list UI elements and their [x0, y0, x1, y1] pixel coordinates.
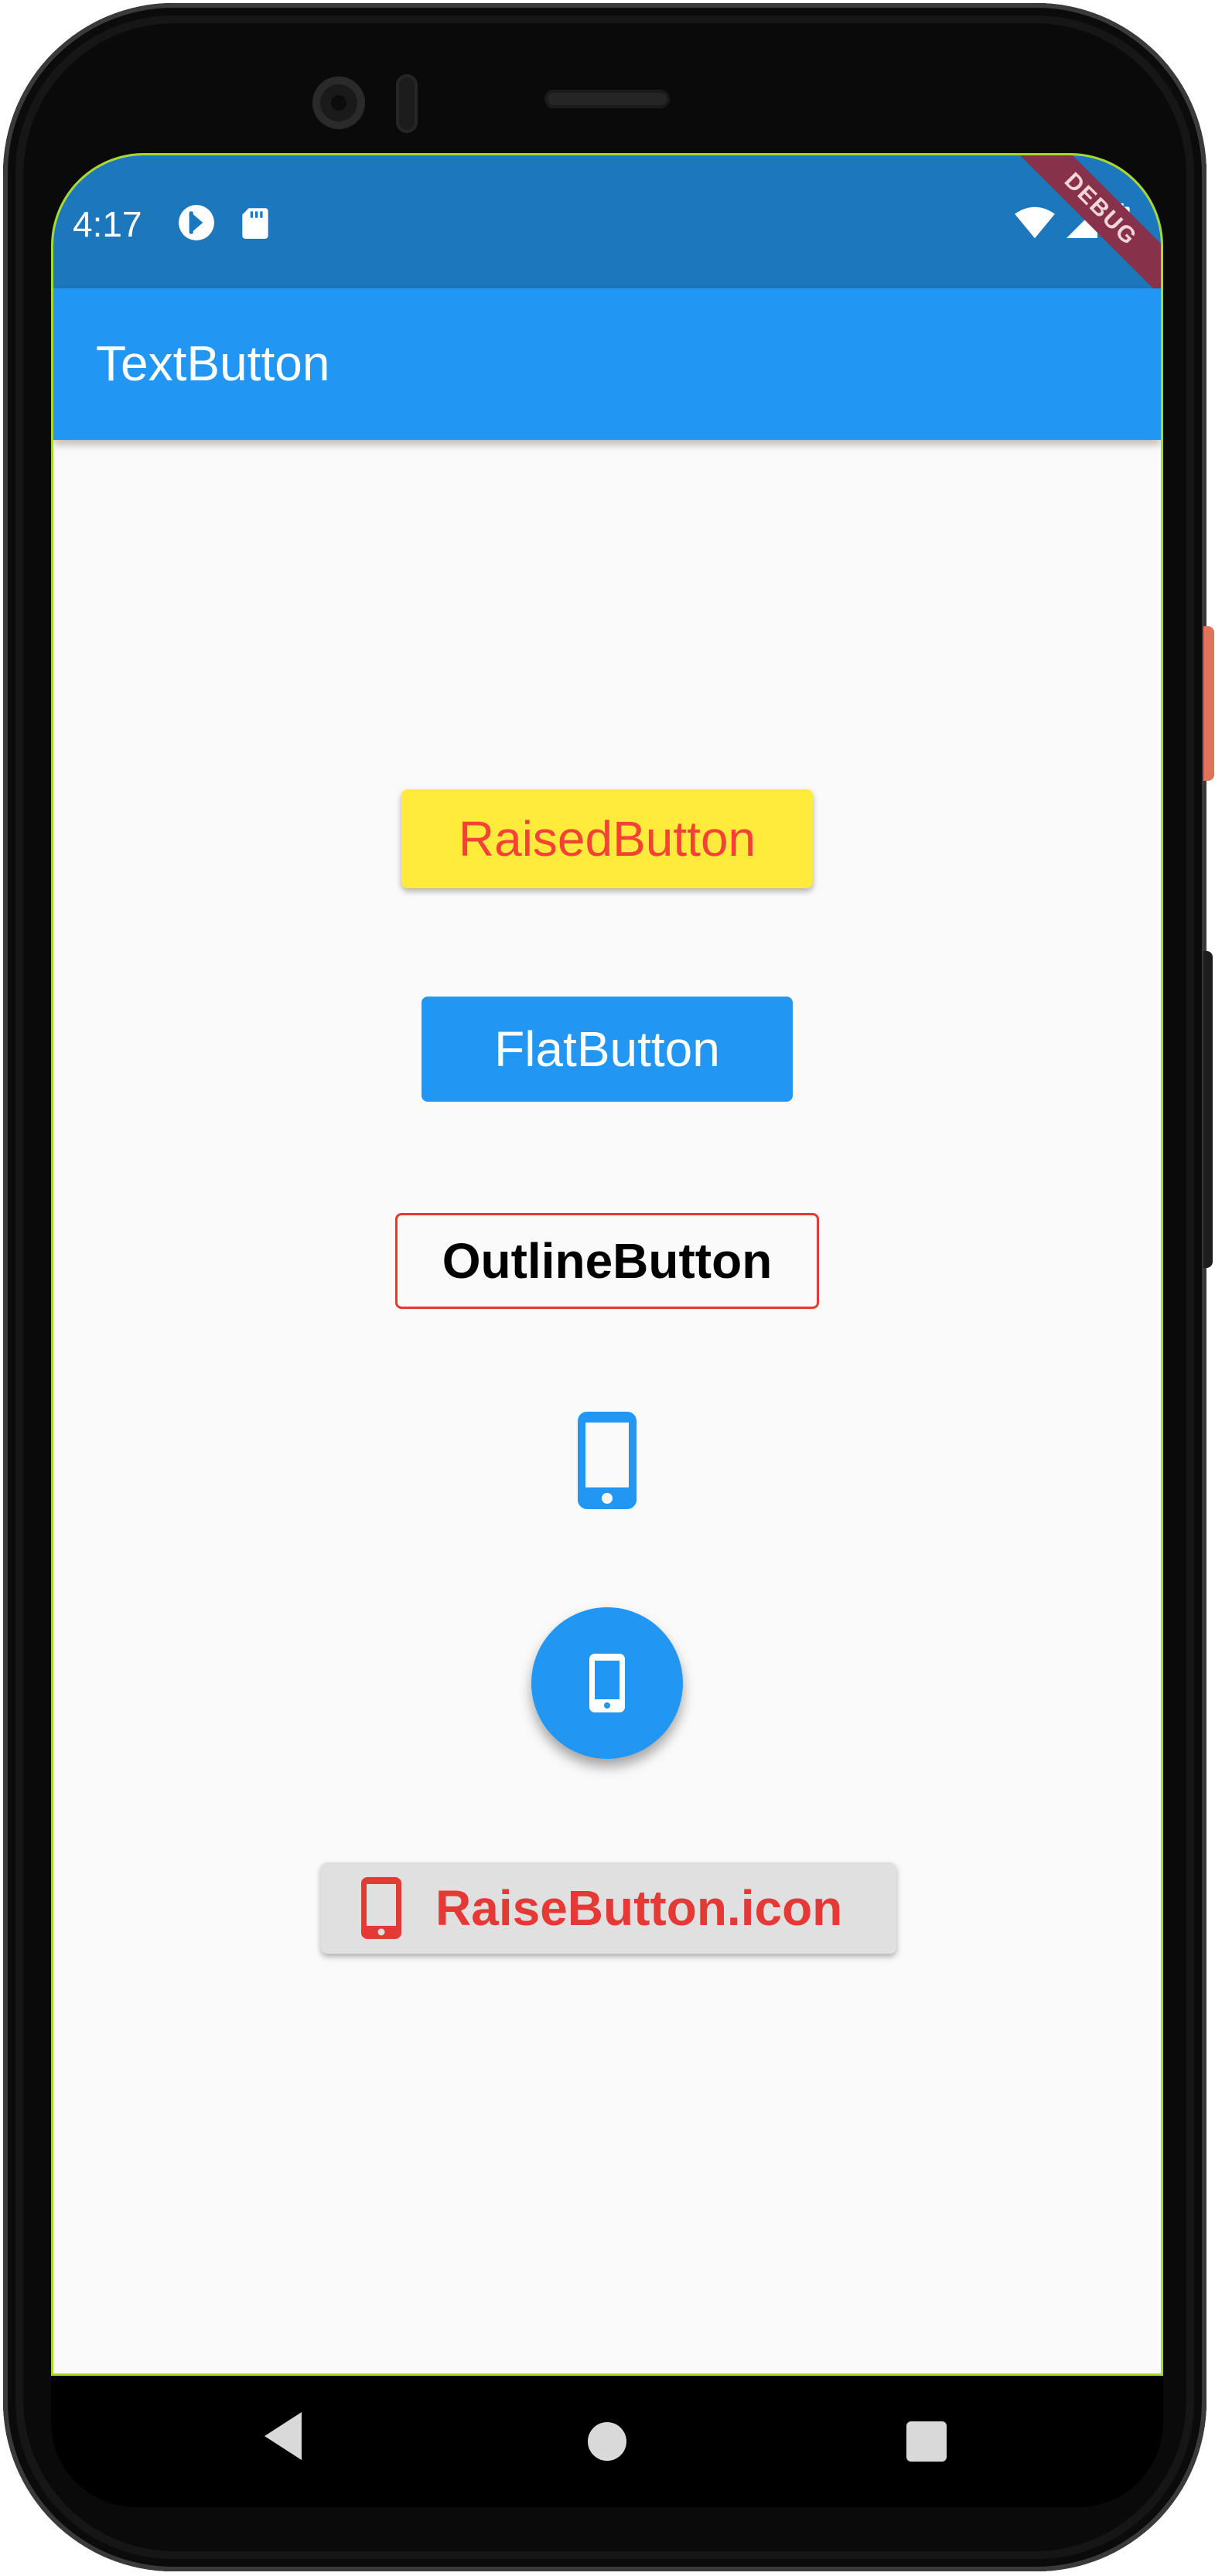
content-area: RaisedButton FlatButton OutlineButton Ra… [53, 440, 1161, 2373]
smartphone-icon [578, 1412, 637, 1509]
outline-button[interactable]: OutlineButton [395, 1213, 819, 1309]
phone-frame: 4:17 DEBUG TextButton RaisedButton FlatB… [3, 3, 1206, 2571]
sd-card-icon [242, 208, 268, 239]
floating-action-button[interactable] [531, 1607, 683, 1759]
navigation-bar [51, 2376, 1163, 2507]
proximity-sensor [396, 74, 418, 133]
status-left-icons [177, 203, 275, 242]
earpiece-speaker [544, 90, 670, 108]
play-store-icon [179, 205, 214, 240]
smartphone-icon [361, 1877, 401, 1939]
power-button[interactable] [1203, 626, 1214, 781]
status-time: 4:17 [73, 204, 142, 244]
status-bar: 4:17 DEBUG [53, 155, 1161, 305]
smartphone-icon-button[interactable] [570, 1406, 644, 1515]
smartphone-icon [589, 1654, 625, 1712]
raise-icon-button[interactable]: RaiseButton.icon [321, 1862, 896, 1954]
home-icon[interactable] [588, 2422, 626, 2461]
flat-button[interactable]: FlatButton [421, 997, 793, 1102]
app-bar-title: TextButton [96, 336, 330, 391]
raise-icon-button-label: RaiseButton.icon [435, 1880, 843, 1936]
volume-button[interactable] [1203, 951, 1213, 1268]
app-bar: TextButton [53, 288, 1161, 440]
front-camera [312, 77, 365, 129]
raised-button-label: RaisedButton [458, 811, 756, 867]
device-screen: 4:17 DEBUG TextButton RaisedButton FlatB… [51, 153, 1163, 2376]
wifi-icon [1015, 206, 1055, 239]
recents-icon[interactable] [906, 2421, 947, 2462]
back-icon[interactable] [263, 2411, 303, 2462]
outline-button-label: OutlineButton [442, 1233, 773, 1289]
raised-button[interactable]: RaisedButton [401, 789, 813, 888]
flat-button-label: FlatButton [494, 1021, 720, 1077]
